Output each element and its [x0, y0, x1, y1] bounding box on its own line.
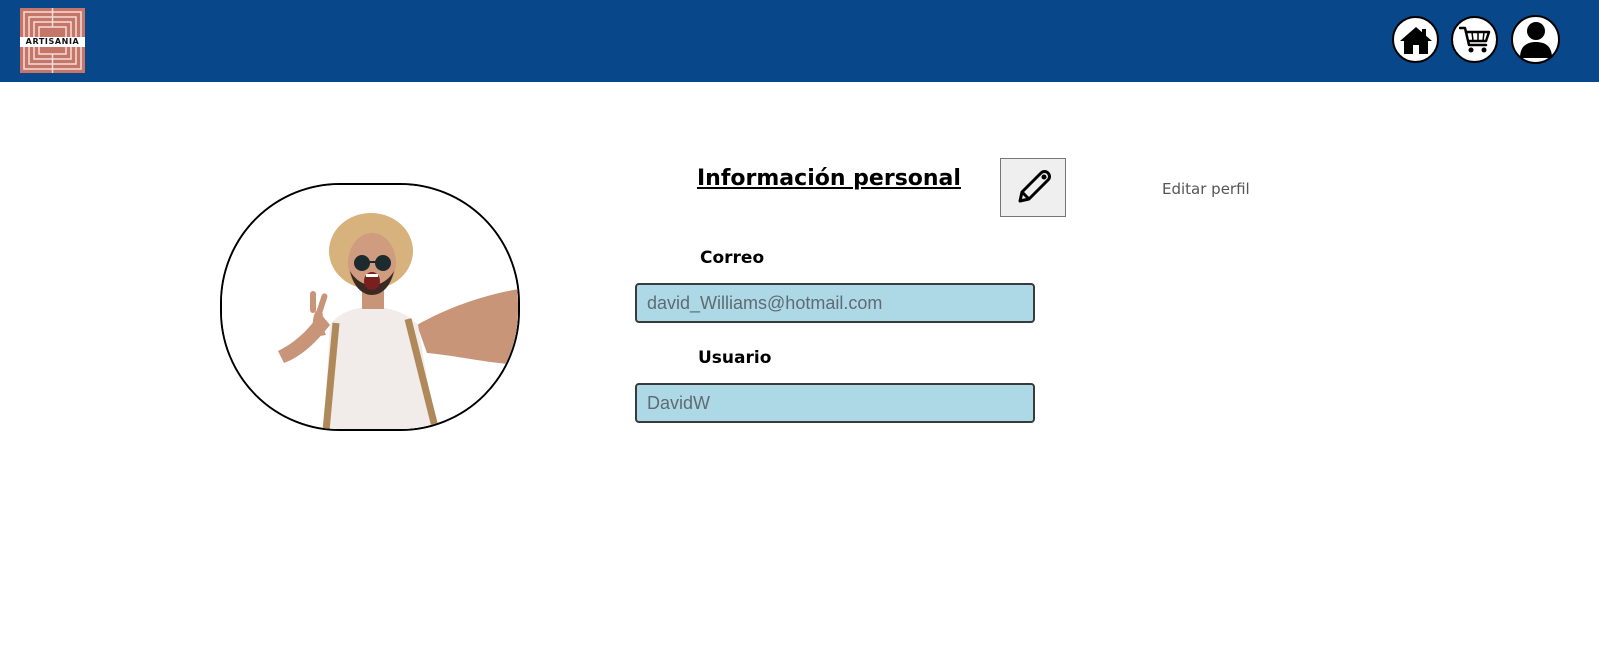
- pencil-icon: [1018, 169, 1051, 202]
- profile-photo-illustration: [222, 185, 518, 429]
- cart-icon: [1458, 26, 1490, 52]
- artisania-logo[interactable]: ARTISANIA: [20, 8, 85, 73]
- username-label: Usuario: [698, 348, 772, 368]
- profile-photo: [220, 183, 520, 431]
- edit-profile-label[interactable]: Editar perfil: [1162, 180, 1250, 198]
- top-navbar: ARTISANIA: [0, 0, 1599, 82]
- user-button[interactable]: [1511, 15, 1560, 64]
- user-icon: [1519, 21, 1552, 58]
- section-title: Información personal: [697, 166, 961, 191]
- username-field[interactable]: [635, 383, 1035, 423]
- home-icon: [1399, 26, 1432, 54]
- email-field[interactable]: [635, 283, 1035, 323]
- logo-text: ARTISANIA: [20, 37, 85, 47]
- email-label: Correo: [700, 248, 765, 268]
- edit-profile-button[interactable]: [1000, 158, 1066, 217]
- cart-button[interactable]: [1451, 16, 1498, 63]
- home-button[interactable]: [1392, 16, 1439, 63]
